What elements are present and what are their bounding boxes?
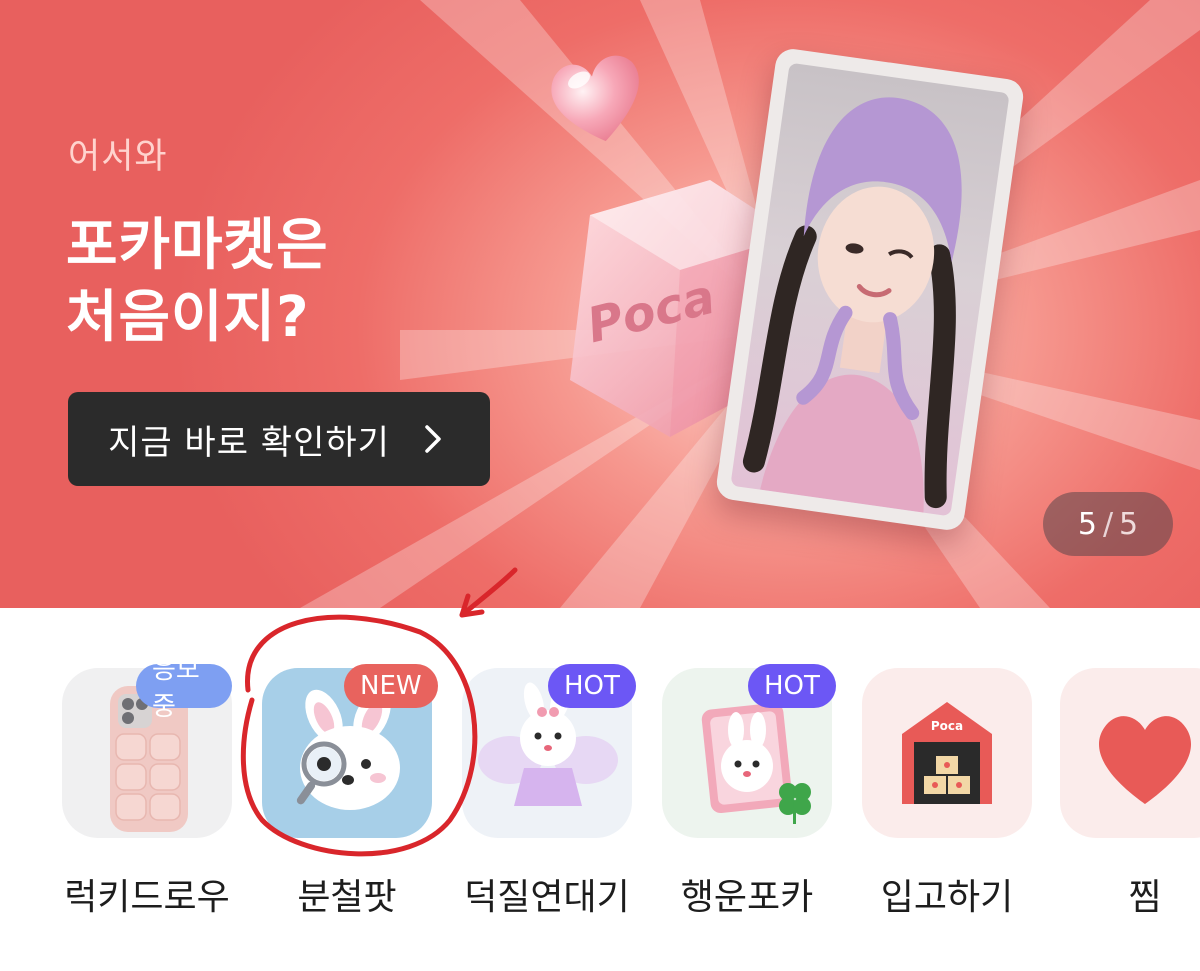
glossy-heart-icon <box>551 55 639 142</box>
category-shortcuts: 응모중 럭키드로우 NEW 분철팟 HOT 덕질연대기 HOT 행운포카 Poc… <box>0 608 1200 971</box>
chevron-right-icon <box>425 425 441 453</box>
photocard-image <box>730 62 1010 517</box>
banner-welcome-text: 어서와 <box>68 137 168 177</box>
hot-badge: HOT <box>748 664 836 708</box>
pager-current: 5 <box>1077 506 1097 542</box>
stock-in-tile: Poca <box>862 668 1032 838</box>
banner-headline-line2: 처음이지? <box>66 285 310 350</box>
wishlist-tile <box>1060 668 1200 838</box>
category-label: 분철팟 <box>297 877 397 918</box>
category-wishlist[interactable]: 찜 <box>1060 668 1200 918</box>
check-now-label: 지금 바로 확인하기 <box>108 422 390 463</box>
category-lucky-poca[interactable]: HOT 행운포카 <box>662 664 836 918</box>
category-label: 행운포카 <box>680 877 814 918</box>
category-label: 입고하기 <box>880 877 1014 918</box>
category-label: 덕질연대기 <box>464 877 630 918</box>
category-stock-in[interactable]: Poca 입고하기 <box>862 668 1032 918</box>
pager-separator: / <box>1102 506 1114 542</box>
hot-badge: HOT <box>548 664 636 708</box>
check-now-button[interactable]: 지금 바로 확인하기 <box>68 392 490 486</box>
category-label: 찜 <box>1128 877 1162 918</box>
warehouse-poca-text: Poca <box>931 719 963 733</box>
category-split-party[interactable]: NEW 분철팟 <box>262 664 438 918</box>
category-fandom-chronicle[interactable]: HOT 덕질연대기 <box>462 664 636 918</box>
banner-pager: 5 / 5 <box>1043 492 1173 556</box>
category-lucky-draw[interactable]: 응모중 럭키드로우 <box>62 655 232 918</box>
banner-headline-line1: 포카마켓은 <box>66 213 329 278</box>
poca-warehouse-icon: Poca <box>902 702 992 804</box>
heart-icon <box>1098 716 1192 804</box>
pager-total: 5 <box>1119 506 1139 542</box>
new-badge: NEW <box>344 664 438 708</box>
banner-headline: 포카마켓은 처음이지? <box>66 210 329 354</box>
status-badge: 응모중 <box>136 655 232 722</box>
category-label: 럭키드로우 <box>64 877 230 918</box>
promo-banner[interactable]: 어서와 포카마켓은 처음이지? 지금 바로 확인하기 Poca 5 / 5 <box>0 0 1200 608</box>
